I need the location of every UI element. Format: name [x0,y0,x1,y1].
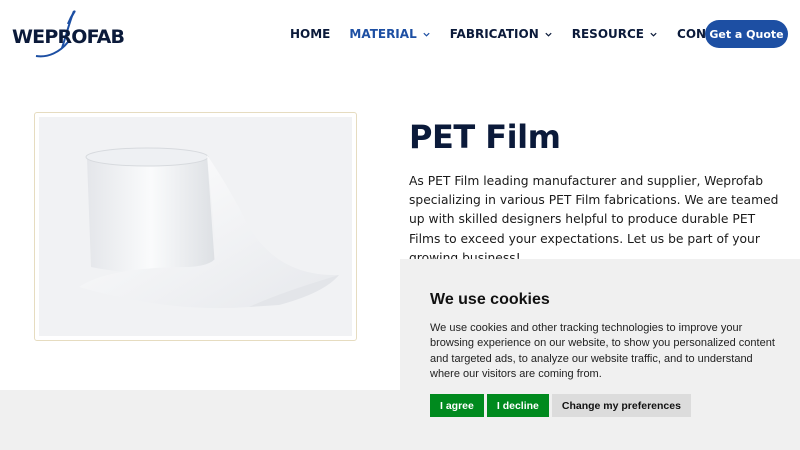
weprofab-logo[interactable]: WEPROFAB [10,8,125,60]
nav-resource-label: RESOURCE [571,27,645,41]
chevron-down-icon [423,32,430,37]
get-a-quote-button[interactable]: Get a Quote [705,20,788,48]
nav-home-label: HOME [290,27,331,41]
chevron-down-icon [545,32,552,37]
product-image-frame [34,112,357,341]
logo-text: WEPROFAB [12,26,125,48]
cookie-buttons: I agree I decline Change my preferences [430,394,694,417]
nav-material[interactable]: MATERIAL [349,27,430,41]
cookie-text: We use cookies and other tracking techno… [430,322,775,380]
cookie-title: We use cookies [430,291,550,308]
cookie-consent-panel: We use cookies We use cookies and other … [400,259,800,450]
pet-film-roll-image [39,117,352,336]
product-description: As PET Film leading manufacturer and sup… [409,174,779,265]
nav-resource[interactable]: RESOURCE [572,27,658,41]
nav-fabrication-label: FABRICATION [449,27,539,41]
nav-home[interactable]: HOME [290,27,330,41]
film-roll-illustration [39,117,352,336]
site-header: WEPROFAB HOME MATERIAL FABRICATION RESOU… [0,0,800,68]
agree-button[interactable]: I agree [430,394,484,417]
change-preferences-button[interactable]: Change my preferences [551,394,691,417]
decline-button[interactable]: I decline [486,394,549,417]
chevron-down-icon [650,32,657,37]
nav-fabrication[interactable]: FABRICATION [450,27,553,41]
nav-material-label: MATERIAL [349,27,417,41]
page-title: PET Film [409,118,561,156]
